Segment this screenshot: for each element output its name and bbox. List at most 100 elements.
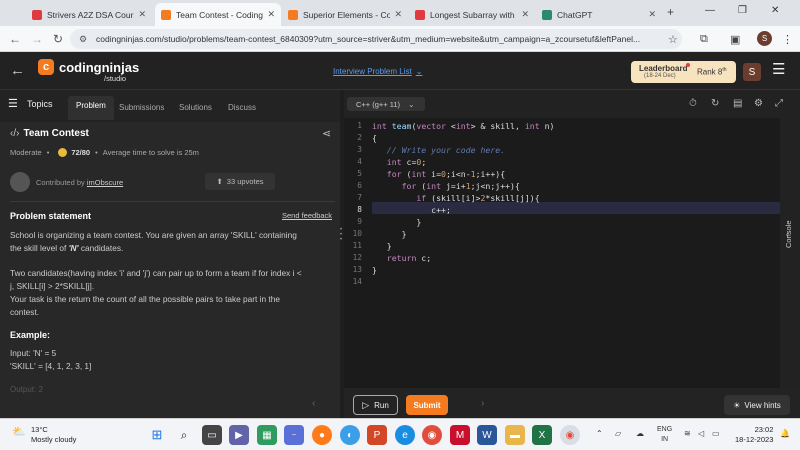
mcafee-icon[interactable]: M: [450, 425, 470, 445]
bookmark-star-icon[interactable]: ☆: [668, 33, 678, 46]
prev-arrow-icon[interactable]: ‹: [312, 398, 315, 409]
favicon-icon: [32, 9, 42, 20]
wifi-icon[interactable]: ≋: [684, 429, 691, 438]
volume-icon[interactable]: ◁: [698, 429, 704, 438]
browser-tab-5[interactable]: ChatGPT ✕: [536, 3, 662, 26]
forward-icon[interactable]: →: [31, 32, 43, 46]
code-icon: ‹/›: [10, 128, 20, 139]
code-line-13: }: [372, 265, 377, 275]
chevron-down-icon: ⌄: [408, 99, 415, 109]
chrome-icon[interactable]: ◉: [422, 425, 442, 445]
console-toggle[interactable]: ‹ Console: [780, 118, 800, 388]
browser-tab-3[interactable]: Superior Elements - Cod ✕: [282, 3, 408, 26]
browser-tab-1[interactable]: Strivers A2Z DSA Course ✕: [26, 3, 152, 26]
teams-icon[interactable]: ▶: [229, 425, 249, 445]
app-icon[interactable]: ~: [284, 425, 304, 445]
interview-problem-list-link[interactable]: Interview Problem List ⌄: [333, 67, 422, 76]
code-line-9: }: [372, 217, 422, 227]
problem-panel: ☰ Topics Problem Submissions Solutions D…: [0, 90, 340, 418]
firefox-icon[interactable]: ●: [312, 425, 332, 445]
tab-solutions[interactable]: Solutions: [179, 98, 212, 122]
close-icon[interactable]: ✕: [138, 9, 146, 20]
reload-icon[interactable]: ↻: [53, 32, 63, 46]
tray-chevron-up-icon[interactable]: ⌃: [596, 429, 603, 438]
next-arrow-icon[interactable]: ›: [481, 398, 484, 409]
code-line-5: for (int i=0;i<n-1;i++){: [386, 169, 506, 179]
saved-code-icon[interactable]: ▤: [733, 98, 742, 109]
share-icon[interactable]: ⋖: [322, 127, 331, 140]
panel-resize-handle[interactable]: • • •: [340, 227, 342, 243]
minimize-icon[interactable]: —: [705, 5, 715, 16]
battery-icon[interactable]: ▭: [712, 429, 720, 438]
site-header: ← c codingninjas /studio Interview Probl…: [0, 52, 800, 90]
url-input[interactable]: ⚙ codingninjas.com/studio/problems/team-…: [70, 29, 682, 49]
leaderboard-badge[interactable]: Leaderboard (18-24 Dec) Rank 8th: [631, 61, 736, 83]
language-select[interactable]: C++ (g++ 11) ⌄: [347, 97, 425, 111]
new-tab-button[interactable]: +: [667, 5, 674, 19]
windows-taskbar: ⛅ 13°C Mostly cloudy ⊞ ⌕ ▭ ▶ ▦ ~ ● ◐ P e…: [0, 418, 800, 450]
word-icon[interactable]: W: [477, 425, 497, 445]
editor-toolbar: C++ (g++ 11) ⌄ ⏱ ↻ ▤ ⚙ ⤢: [344, 90, 800, 118]
problem-tabs: ☰ Topics Problem Submissions Solutions D…: [0, 90, 340, 122]
fullscreen-icon[interactable]: ⤢: [775, 98, 783, 109]
statement-paragraph-1: School is organizing a team contest. You…: [10, 230, 297, 253]
address-bar-row: ← → ↻ ⚙ codingninjas.com/studio/problems…: [0, 26, 800, 52]
battery-saver-icon[interactable]: ▱: [615, 429, 621, 438]
profile-avatar[interactable]: S: [757, 31, 772, 46]
example-heading: Example:: [10, 330, 51, 340]
browser-tab-4[interactable]: Longest Subarray with g ✕: [409, 3, 535, 26]
close-icon[interactable]: ✕: [394, 9, 402, 20]
example-skill: 'SKILL' = [4, 1, 2, 3, 1]: [10, 361, 92, 371]
browser-menu-icon[interactable]: ⋮: [782, 33, 793, 46]
timer-icon[interactable]: ⏱: [689, 98, 697, 109]
close-window-icon[interactable]: ✕: [771, 5, 779, 16]
contributor-link[interactable]: imObscure: [87, 178, 123, 187]
favicon-icon: [542, 9, 552, 20]
submit-button[interactable]: Submit: [406, 395, 448, 415]
user-avatar[interactable]: S: [743, 63, 761, 81]
send-feedback-link[interactable]: Send feedback: [282, 211, 332, 220]
excel-icon[interactable]: X: [532, 425, 552, 445]
windows-start-icon[interactable]: ⊞: [147, 425, 167, 445]
app-2-icon[interactable]: ◐: [340, 425, 360, 445]
settings-gear-icon[interactable]: ⚙: [754, 98, 763, 109]
edge-icon[interactable]: e: [395, 425, 415, 445]
sidebar-icon[interactable]: ▣: [730, 33, 740, 46]
topics-button[interactable]: ☰ Topics: [8, 99, 53, 110]
codingninjas-logo[interactable]: c codingninjas /studio: [38, 59, 139, 83]
close-icon[interactable]: ✕: [648, 9, 656, 20]
task-view-icon[interactable]: ▭: [202, 425, 222, 445]
close-icon[interactable]: ✕: [521, 9, 529, 20]
hamburger-menu-icon[interactable]: ☰: [772, 62, 785, 77]
favicon-icon: [288, 9, 298, 20]
site-info-icon[interactable]: ⚙: [79, 34, 89, 44]
code-line-7: if (skill[i]>2*skill[j]){: [416, 193, 540, 203]
store-icon[interactable]: ▦: [257, 425, 277, 445]
back-icon[interactable]: ←: [9, 32, 21, 46]
restore-icon[interactable]: ❐: [738, 5, 747, 16]
onedrive-icon[interactable]: ☁: [636, 429, 644, 438]
powerpoint-icon[interactable]: P: [367, 425, 387, 445]
search-icon[interactable]: ⌕: [174, 425, 194, 445]
notification-bell-icon[interactable]: 🔔: [780, 429, 790, 438]
code-line-4: int c=0;: [386, 157, 427, 167]
code-editor[interactable]: 1 2 3 4 5 6 7 8 9 10 11 12 13 14 int tea…: [344, 118, 780, 388]
code-line-3: // Write your code here.: [386, 145, 506, 155]
reset-icon[interactable]: ↻: [711, 98, 719, 109]
example-output: Output: 2: [10, 385, 43, 394]
run-button[interactable]: ▷ Run: [353, 395, 398, 415]
browser-tab-2[interactable]: Team Contest - Coding N ✕: [155, 3, 281, 26]
upvote-button[interactable]: ⬆ 33 upvotes: [205, 173, 275, 190]
close-icon[interactable]: ✕: [267, 9, 275, 20]
extensions-icon[interactable]: ⧉: [700, 33, 708, 46]
tab-submissions[interactable]: Submissions: [119, 98, 164, 122]
back-arrow-icon[interactable]: ←: [10, 62, 25, 79]
tab-problem[interactable]: Problem: [68, 96, 114, 120]
view-hints-button[interactable]: ☀ View hints: [724, 395, 790, 415]
language-indicator[interactable]: ENG IN: [657, 425, 672, 445]
file-explorer-icon[interactable]: ▬: [505, 425, 525, 445]
chevron-down-icon: ⌄: [415, 67, 423, 76]
system-clock[interactable]: 23:02 18-12-2023: [735, 425, 773, 445]
chrome-active-icon[interactable]: ◉: [560, 425, 580, 445]
tab-discuss[interactable]: Discuss: [228, 98, 256, 122]
